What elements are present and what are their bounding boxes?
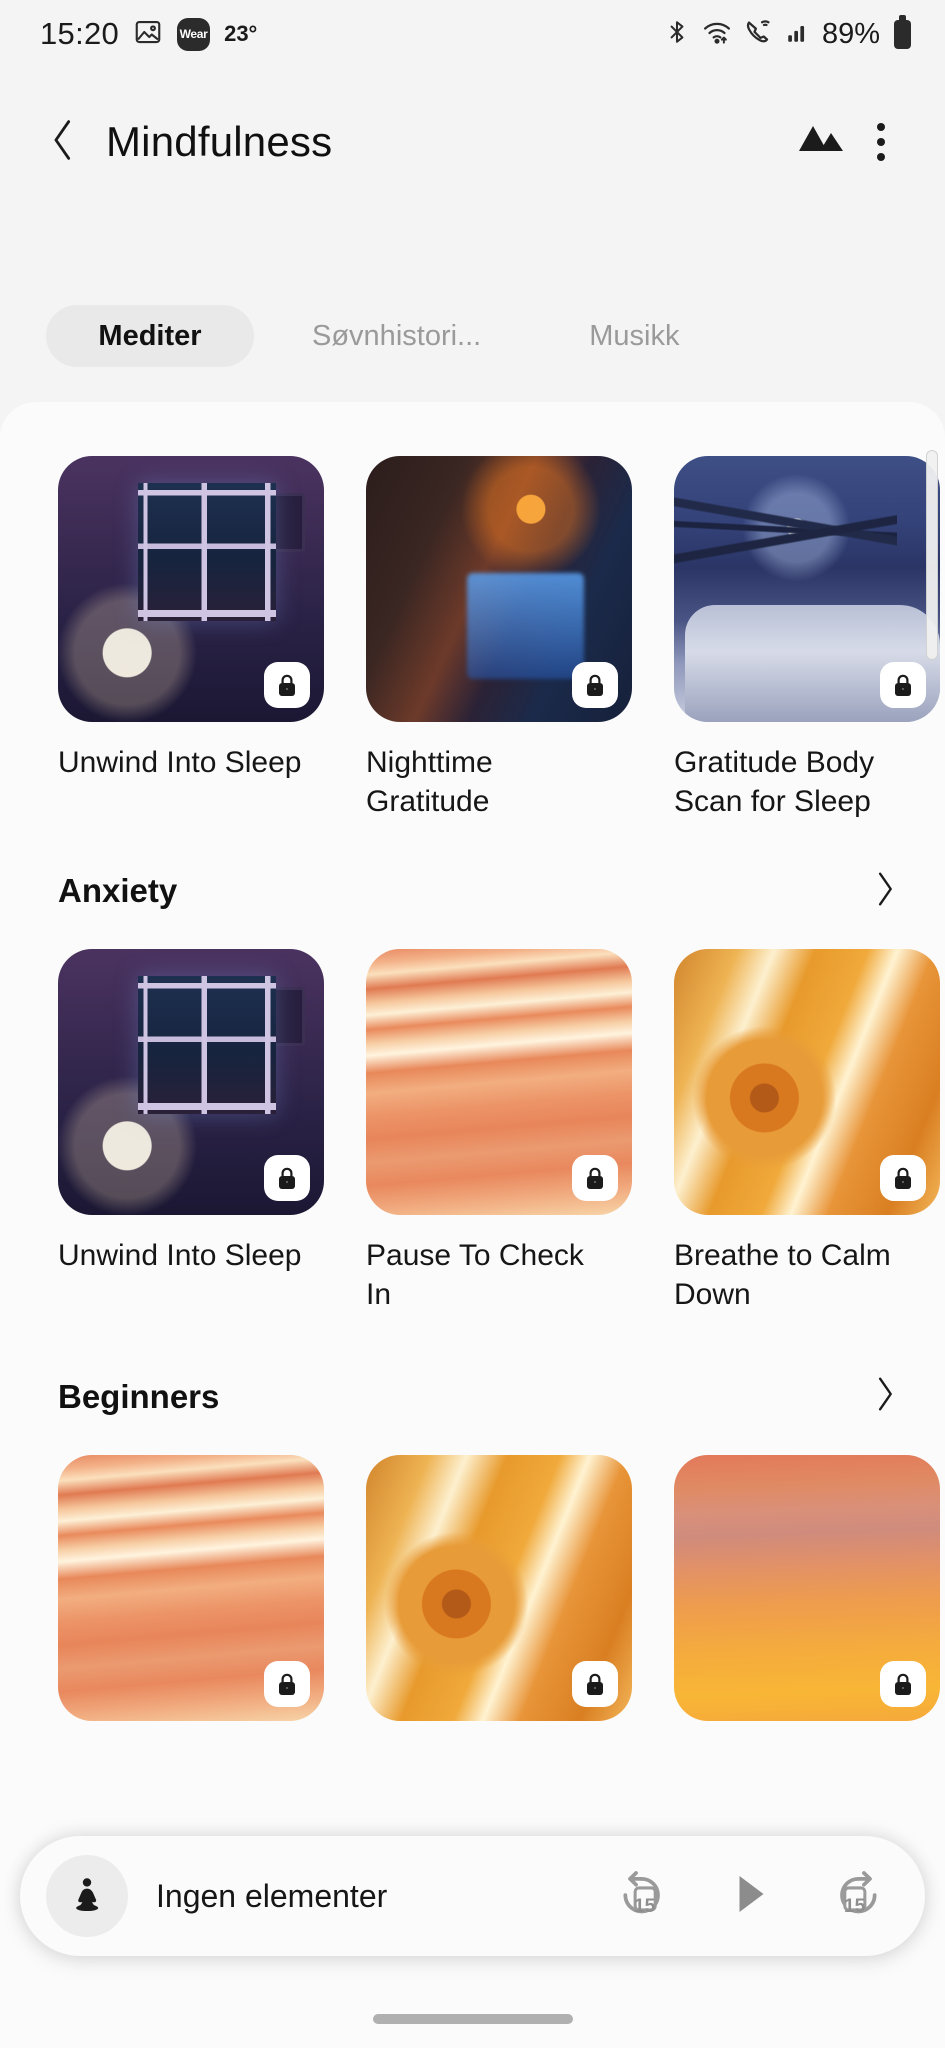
mountain-button[interactable] [791,112,851,172]
vertical-scrollbar[interactable] [926,450,938,660]
lock-icon [880,1660,926,1707]
card-thumbnail[interactable] [674,949,940,1216]
play-icon [731,1873,769,1920]
wear-badge-label: Wear [179,27,208,41]
status-bar-left: 15:20 Wear 23° [40,16,257,52]
card-item[interactable]: Nighttime Gratitude [366,456,632,821]
lock-icon [264,662,310,708]
player-title: Ingen elementer [156,1877,388,1914]
section-title: Beginners [58,1377,220,1415]
card-thumbnail[interactable] [674,1454,940,1721]
wifi-icon [701,17,733,52]
chevron-right-icon[interactable] [873,869,899,914]
status-battery-percent: 89% [821,17,880,50]
card-item[interactable] [58,1454,324,1721]
card-item[interactable]: Breathe to Calm Down [674,949,940,1314]
back-chevron-icon [46,116,80,169]
chevron-right-icon[interactable] [873,1374,899,1419]
section-sleep: Unwind Into Sleep Nighttime Gratitude Gr… [0,456,945,821]
card-thumbnail[interactable] [58,456,324,722]
lock-icon [880,1155,926,1202]
card-thumbnail[interactable] [366,949,632,1216]
lock-icon [572,662,618,708]
mountain-icon [797,120,845,165]
app-header: Mindfulness [0,96,945,188]
card-item[interactable]: Unwind Into Sleep [58,456,324,821]
more-options-button[interactable] [851,112,911,172]
section-title: Anxiety [58,872,178,910]
card-item[interactable] [366,1454,632,1721]
section-header-anxiety[interactable]: Anxiety [0,855,945,927]
card-item[interactable] [674,1454,940,1721]
status-bar-right: 89% [664,14,911,52]
card-title: Breathe to Calm Down [674,1239,891,1312]
lock-icon [264,1155,310,1202]
card-thumbnail[interactable] [58,1454,324,1721]
lock-icon [264,1660,310,1707]
card-title: Nighttime Gratitude [366,746,493,818]
card-row: Unwind Into Sleep Pause To Check In Brea… [0,949,945,1314]
mini-player-bar[interactable]: Ingen elementer 15 15 [20,1836,925,1956]
rewind-seconds-label: 15 [634,1896,656,1917]
card-thumbnail[interactable] [366,1454,632,1721]
cellular-signal-icon [785,17,811,52]
card-thumbnail[interactable] [58,949,324,1216]
rewind-15-button[interactable]: 15 [615,1867,673,1925]
card-title: Gratitude Body Scan for Sleep [674,746,875,818]
card-item[interactable]: Gratitude Body Scan for Sleep [674,456,940,821]
card-item[interactable]: Unwind Into Sleep [58,949,324,1314]
play-button[interactable] [721,1867,779,1925]
card-row [0,1454,945,1721]
section-header-beginners[interactable]: Beginners [0,1361,945,1433]
card-item[interactable]: Pause To Check In [366,949,632,1314]
tab-bar: Mediter Søvnhistori... Musikk [0,300,945,372]
lock-icon [572,1155,618,1202]
tab-mediter[interactable]: Mediter [46,305,254,367]
status-time: 15:20 [40,16,120,51]
player-controls: 15 15 [615,1867,885,1925]
card-title: Unwind Into Sleep [58,1239,302,1273]
forward-15-button[interactable]: 15 [827,1867,885,1925]
section-beginners: Beginners [0,1361,945,1721]
back-button[interactable] [40,119,86,165]
lock-icon [572,1660,618,1707]
forward-seconds-label: 15 [844,1896,866,1917]
meditation-person-icon [46,1855,128,1937]
image-icon [133,17,163,52]
status-temperature: 23° [224,21,258,46]
tab-musikk[interactable]: Musikk [555,305,713,367]
card-title: Pause To Check In [366,1239,584,1312]
section-anxiety: Anxiety Unwind Into Sleep Pause To Check… [0,855,945,1314]
tab-sovnhistorier[interactable]: Søvnhistori... [278,305,515,367]
gesture-navigation-bar[interactable] [372,2014,573,2024]
content-sheet[interactable]: Unwind Into Sleep Nighttime Gratitude Gr… [0,402,945,2048]
wear-badge-icon: Wear [177,17,211,51]
bluetooth-icon [664,17,690,52]
battery-icon [894,14,911,49]
card-thumbnail[interactable] [366,456,632,722]
page-title: Mindfulness [106,118,333,165]
lock-icon [880,662,926,708]
status-bar: 15:20 Wear 23° 89% [0,0,945,68]
phone-screen: 15:20 Wear 23° 89% Mindfulness Mediter S… [0,0,945,2048]
card-row: Unwind Into Sleep Nighttime Gratitude Gr… [0,456,945,821]
wifi-calling-icon [744,17,774,52]
more-options-icon [877,123,885,161]
card-thumbnail[interactable] [674,456,940,722]
card-title: Unwind Into Sleep [58,746,302,779]
